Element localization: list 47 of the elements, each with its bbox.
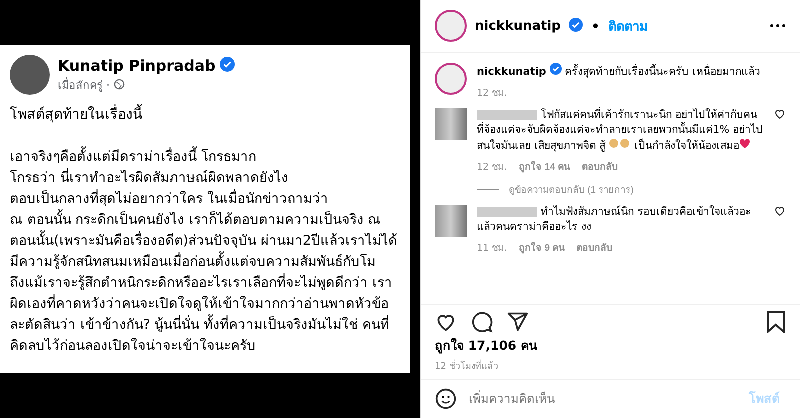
reply-link[interactable]: ตอบกลับ	[582, 159, 618, 174]
caption-text: nickkunatip ครั้งสุดท้ายกับเรื่องนี้นะครับ เหนื่อยมากแล้ว	[477, 63, 786, 80]
emoji-icon[interactable]	[435, 388, 457, 410]
comment-text: โฟกัสแค่คนที่เค้ารักเรานะนิก อย่าไปให้ค่ากับคนที่จ้องแต่จะจับผิดจ้องแต่จะทำลายเราเลยพวกนั้นมีแค่1% อย่าไปสนใจมันเลย เสียสุขภาพจิต สู้ เป็นกำลังใจให้น้องเสมอ	[477, 108, 764, 154]
author-name: Kunatip Pinpradab	[58, 57, 216, 75]
comment-button[interactable]	[471, 311, 493, 333]
post-text-line: เอาจริงๆคือตั้งแต่มีดราม่าเรื่องนี้ โกรธมาก	[10, 147, 400, 168]
avatar[interactable]	[435, 63, 467, 95]
follow-button[interactable]: ติดตาม	[608, 16, 648, 36]
post-time: เมื่อสักครู่ ·	[58, 76, 110, 94]
comment-time: 12 ชม.	[477, 161, 508, 174]
share-button[interactable]	[507, 311, 529, 333]
comment-text: ทำไมฟังสัมภาษณ์นิก รอบเดียวคือเข้าใจแล้วอะ แล้วคนดราม่าคืออะไร งง	[477, 205, 752, 235]
pixelated-avatar	[435, 205, 467, 237]
avatar[interactable]	[435, 10, 467, 42]
post-text-line: ผิดเองที่คาดหวังว่าคนจะเปิดใจดูให้เข้าใจมากกว่าอ่านพาดหัวข้อ	[10, 294, 390, 314]
post-text-line: ถึงแม้เราจะรู้สึกตำหนิกระดิกหรืออะไรเราเลือกที่จะไม่พูดดีกว่า เรา	[10, 273, 394, 293]
pixelated-avatar	[435, 108, 467, 140]
likes-count[interactable]: ถูกใจ 9 คน	[519, 240, 565, 255]
heart-icon[interactable]	[774, 108, 786, 120]
dot-separator: •	[590, 16, 600, 36]
verified-badge-icon	[550, 63, 562, 75]
comment-time: 11 ชม.	[477, 242, 508, 255]
post-text-line: โกรธว่า นี่เราทำอะไรผิดสัมภาษณ์ผิดพลาดยังไง	[10, 168, 290, 188]
view-replies-link[interactable]: ดูข้อความตอบกลับ (1 รายการ)	[435, 182, 786, 197]
post-title: โพสต์สุดท้ายในเรื่องนี้	[10, 103, 400, 125]
more-options-icon[interactable]	[770, 24, 786, 28]
likes-count[interactable]: ถูกใจ 14 คน	[519, 159, 570, 174]
username[interactable]: nickkunatip	[475, 18, 561, 34]
post-text-line: ตอบเป็นกลางที่สุดไม่อยากว่าใคร ในเมื่อนักข่าวถามว่า	[10, 189, 330, 209]
post-text-line: ณ ตอนนั้น กระดิกเป็นคนยังไง เราก็ได้ตอบตามความเป็นจริง ณ	[10, 210, 400, 231]
verified-badge-icon	[220, 56, 235, 72]
post-text-line: มีความรู้จักสนิทสนมเหมือนเมื่อก่อนตั้งแต่จบความสัมพันธ์กับโม	[10, 252, 400, 273]
blurred-username	[477, 110, 537, 120]
heart-emoji-icon	[739, 138, 752, 149]
verified-badge-icon	[568, 18, 583, 32]
heart-icon[interactable]	[774, 205, 786, 217]
save-button[interactable]	[766, 311, 786, 333]
reply-link[interactable]: ตอบกลับ	[576, 240, 613, 255]
caption-time: 12 ชม.	[477, 87, 508, 100]
post-text-line: ตอนนั้น(เพราะมันคือเรื่องอดีต)ส่วนปัจจุบัน ผ่านมา2ปีแล้วเราไม่ได้	[10, 231, 400, 252]
avatar	[10, 55, 50, 95]
post-text-line: ละตัดสินว่า เข้าข้างกัน? นู้นนี่นั่น ทั้งที่ความเป็นจริงมันไม่ใช่ คนที่	[10, 315, 400, 336]
post-time: 12 ชั่วโมงที่แล้ว	[435, 359, 786, 373]
post-text-line: คิดลบไว้ก่อนลองเปิดใจน่าจะเข้าใจนะครับ	[10, 337, 257, 356]
blurred-username	[477, 207, 537, 218]
likes-count[interactable]: ถูกใจ 17,106 คน	[435, 336, 786, 356]
